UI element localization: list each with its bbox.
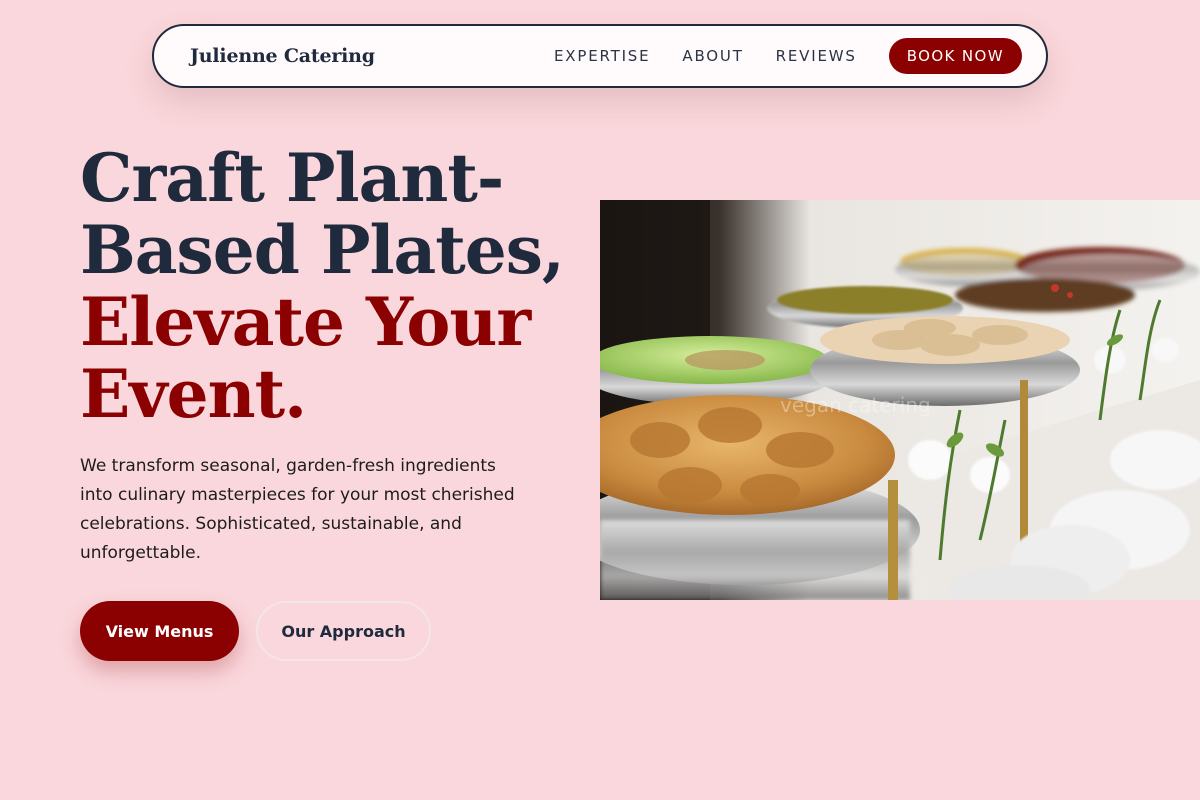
nav-links: EXPERTISE ABOUT REVIEWS BOOK NOW [554, 38, 1022, 74]
headline-line-1: Craft Plant- [80, 139, 504, 217]
view-menus-button[interactable]: View Menus [80, 601, 239, 661]
headline-accent-line-1: Elevate Your [80, 283, 531, 361]
svg-text:vegan catering: vegan catering [780, 393, 931, 417]
nav-link-reviews[interactable]: REVIEWS [776, 47, 857, 65]
headline-accent-line-2: Event. [80, 355, 307, 433]
brand-logo[interactable]: Julienne Catering [190, 45, 375, 67]
headline-line-2: Based Plates, [80, 211, 565, 289]
our-approach-button[interactable]: Our Approach [256, 601, 431, 661]
book-now-button[interactable]: BOOK NOW [888, 38, 1022, 74]
nav-link-about[interactable]: ABOUT [682, 47, 743, 65]
hero-headline: Craft Plant- Based Plates, Elevate Your … [80, 142, 580, 430]
hero-description: We transform seasonal, garden-fresh ingr… [80, 456, 515, 563]
navbar: Julienne Catering EXPERTISE ABOUT REVIEW… [152, 24, 1048, 88]
nav-link-expertise[interactable]: EXPERTISE [554, 47, 650, 65]
hero-image-catering-buffet: vegan catering [600, 200, 1200, 600]
